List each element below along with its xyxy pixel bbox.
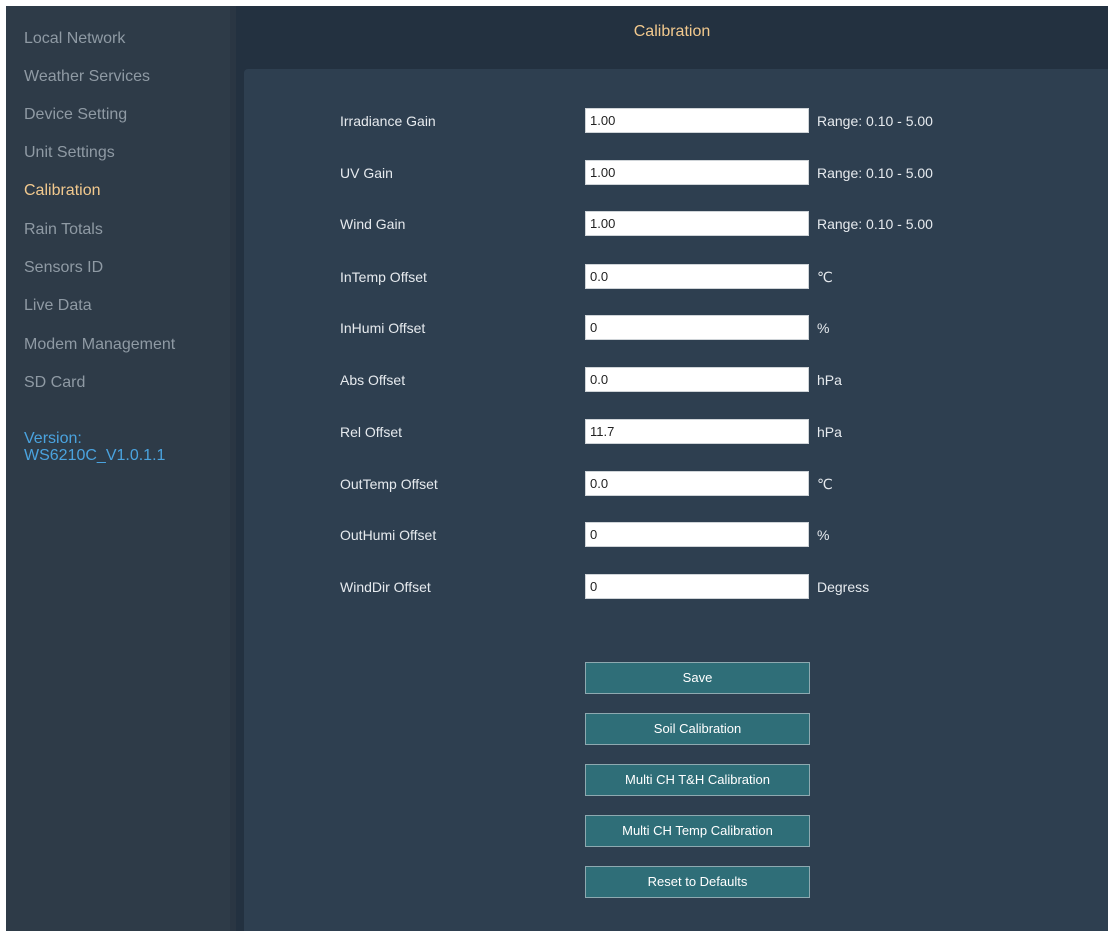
irradiance-gain-label: Irradiance Gain bbox=[340, 113, 436, 129]
version-label: Version: bbox=[24, 430, 82, 447]
sidebar-item-device-setting[interactable]: Device Setting bbox=[24, 106, 127, 124]
sidebar-item-calibration[interactable]: Calibration bbox=[24, 182, 100, 200]
winddir-offset-input[interactable] bbox=[585, 574, 809, 599]
sidebar-item-sensors-id[interactable]: Sensors ID bbox=[24, 259, 103, 277]
inhumi-offset-input[interactable] bbox=[585, 315, 809, 340]
uv-gain-input[interactable] bbox=[585, 160, 809, 185]
multi-ch-temp-calibration-button[interactable]: Multi CH Temp Calibration bbox=[585, 815, 810, 847]
save-button[interactable]: Save bbox=[585, 662, 810, 694]
sidebar-item-modem-management[interactable]: Modem Management bbox=[24, 336, 175, 354]
winddir-offset-unit: Degress bbox=[817, 579, 870, 595]
rel-offset-unit: hPa bbox=[817, 424, 842, 440]
outhumi-offset-label: OutHumi Offset bbox=[340, 527, 437, 543]
multi-ch-th-calibration-button[interactable]: Multi CH T&H Calibration bbox=[585, 764, 810, 796]
page-title: Calibration bbox=[633, 23, 711, 40]
rel-offset-label: Rel Offset bbox=[340, 424, 402, 440]
sidebar-item-unit-settings[interactable]: Unit Settings bbox=[24, 144, 115, 162]
inhumi-offset-label: InHumi Offset bbox=[340, 320, 426, 336]
rel-offset-input[interactable] bbox=[585, 419, 809, 444]
outtemp-offset-label: OutTemp Offset bbox=[340, 476, 438, 492]
outtemp-offset-unit: ℃ bbox=[817, 476, 833, 492]
outtemp-offset-input[interactable] bbox=[585, 471, 809, 496]
irradiance-gain-input[interactable] bbox=[585, 108, 809, 133]
sidebar-item-weather-services[interactable]: Weather Services bbox=[24, 68, 150, 86]
abs-offset-input[interactable] bbox=[585, 367, 809, 392]
soil-calibration-button[interactable]: Soil Calibration bbox=[585, 713, 810, 745]
irradiance-gain-range: Range: 0.10 - 5.00 bbox=[817, 113, 933, 129]
uv-gain-label: UV Gain bbox=[340, 165, 393, 181]
abs-offset-unit: hPa bbox=[817, 372, 842, 388]
outhumi-offset-input[interactable] bbox=[585, 522, 809, 547]
inhumi-offset-unit: % bbox=[817, 320, 830, 336]
sidebar-item-sd-card[interactable]: SD Card bbox=[24, 374, 85, 392]
page-header: Calibration bbox=[236, 6, 1108, 61]
calibration-panel bbox=[244, 69, 1108, 931]
intemp-offset-input[interactable] bbox=[585, 264, 809, 289]
winddir-offset-label: WindDir Offset bbox=[340, 579, 431, 595]
wind-gain-range: Range: 0.10 - 5.00 bbox=[817, 216, 933, 232]
intemp-offset-unit: ℃ bbox=[817, 269, 833, 285]
sidebar-item-local-network[interactable]: Local Network bbox=[24, 30, 125, 48]
outhumi-offset-unit: % bbox=[817, 527, 830, 543]
abs-offset-label: Abs Offset bbox=[340, 372, 406, 388]
version-value: WS6210C_V1.0.1.1 bbox=[24, 447, 166, 464]
intemp-offset-label: InTemp Offset bbox=[340, 269, 427, 285]
uv-gain-range: Range: 0.10 - 5.00 bbox=[817, 165, 933, 181]
sidebar-item-rain-totals[interactable]: Rain Totals bbox=[24, 221, 103, 239]
sidebar-item-live-data[interactable]: Live Data bbox=[24, 297, 92, 315]
wind-gain-label: Wind Gain bbox=[340, 216, 406, 232]
wind-gain-input[interactable] bbox=[585, 211, 809, 236]
version-info: Version: WS6210C_V1.0.1.1 bbox=[24, 430, 165, 464]
sidebar: Local Network Weather Services Device Se… bbox=[6, 6, 230, 931]
reset-to-defaults-button[interactable]: Reset to Defaults bbox=[585, 866, 810, 898]
